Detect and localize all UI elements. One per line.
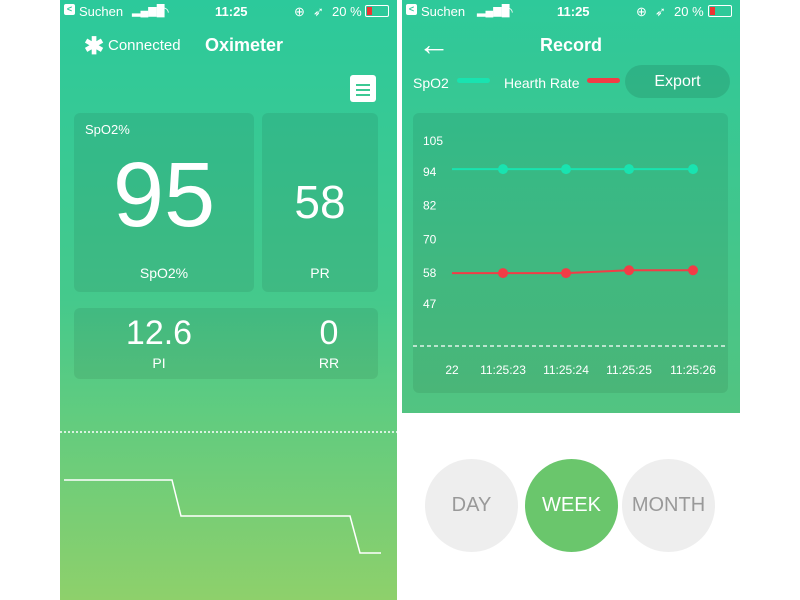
clipboard-icon[interactable] xyxy=(350,75,376,102)
pi-rr-card: 12.6 PI 0 RR xyxy=(74,308,378,379)
y-tick-label: 58 xyxy=(423,266,437,280)
wifi-icon: ◠ xyxy=(502,4,514,19)
back-app-label[interactable]: Suchen xyxy=(79,4,123,19)
page-title: Oximeter xyxy=(205,35,284,55)
data-point-0 xyxy=(624,164,634,175)
export-button[interactable]: Export xyxy=(625,65,730,98)
pi-value: 12.6 xyxy=(125,314,193,352)
wifi-icon: ◠ xyxy=(158,4,170,19)
battery-icon xyxy=(365,5,389,17)
spo2-label: SpO2% xyxy=(139,265,189,281)
legend-hr-swatch xyxy=(587,78,620,83)
back-app-label[interactable]: Suchen xyxy=(421,4,465,19)
status-bar: < Suchen ▂▄▆█ ◠ 11:25 ⊕ ➶ 20 % xyxy=(60,0,397,22)
spo2-value: 95 xyxy=(112,144,216,246)
y-tick-label: 105 xyxy=(423,134,443,148)
record-chart: 105 94 82 70 58 47 22 11:25:23 11:25:24 11:25:25 1… xyxy=(413,134,728,377)
y-tick-label: 47 xyxy=(423,297,437,311)
legend-spo2-label: SpO2 xyxy=(413,75,449,91)
page-title: Record xyxy=(539,35,602,55)
y-tick-label: 70 xyxy=(423,232,437,246)
period-week-button[interactable]: WEEK xyxy=(525,459,618,552)
oximeter-screen: < Suchen ▂▄▆█ ◠ 11:25 ⊕ ➶ 20 % ✱ Connect… xyxy=(60,0,397,600)
x-tick-label: 11:25:26 xyxy=(670,363,716,377)
x-tick-label: 11:25:25 xyxy=(606,363,652,377)
spo2-header: SpO2% xyxy=(85,122,130,137)
battery-percent: 20 % xyxy=(674,4,704,19)
period-month-button[interactable]: MONTH xyxy=(622,459,715,552)
x-tick-label: 11:25:23 xyxy=(480,363,526,377)
y-tick-label: 94 xyxy=(423,165,437,179)
series-line-1 xyxy=(452,269,693,275)
back-to-app-icon[interactable]: < xyxy=(406,4,417,15)
data-point-0 xyxy=(561,164,571,175)
battery-icon xyxy=(708,5,732,17)
bluetooth-icon: ✱ xyxy=(84,33,105,60)
data-point-1 xyxy=(561,268,571,279)
waveform-line xyxy=(64,479,381,554)
period-day-button[interactable]: DAY xyxy=(425,459,518,552)
pr-card: 58 PR xyxy=(262,113,378,292)
pr-value: 58 xyxy=(294,176,346,228)
x-tick-label: 22 xyxy=(445,363,459,377)
legend-spo2-swatch xyxy=(457,78,490,83)
pr-label: PR xyxy=(310,265,330,281)
data-point-1 xyxy=(688,265,698,276)
connection-status: Connected xyxy=(108,37,181,54)
data-point-0 xyxy=(498,164,508,175)
status-bar: < Suchen ▂▄▆█ ◠ 11:25 ⊕ ➶ 20 % xyxy=(402,0,740,22)
spo2-card: SpO2% 95 SpO2% xyxy=(74,113,254,292)
y-tick-label: 82 xyxy=(423,199,437,213)
status-time: 11:25 xyxy=(215,4,248,19)
data-point-1 xyxy=(498,268,508,279)
status-time: 11:25 xyxy=(557,4,590,19)
data-point-0 xyxy=(688,164,698,175)
rr-value: 0 xyxy=(319,314,339,352)
x-tick-label: 11:25:24 xyxy=(543,363,589,377)
rotation-lock-icon: ⊕ xyxy=(294,4,305,19)
pi-label: PI xyxy=(152,355,166,371)
legend-hr-label: Hearth Rate xyxy=(504,75,580,91)
back-to-app-icon[interactable]: < xyxy=(64,4,75,15)
location-icon: ➶ xyxy=(313,4,324,19)
pleth-waveform xyxy=(60,431,397,554)
rr-label: RR xyxy=(318,355,340,371)
record-screen: < Suchen ▂▄▆█ ◠ 11:25 ⊕ ➶ 20 % ← Record … xyxy=(402,0,740,600)
data-point-1 xyxy=(624,265,634,276)
battery-percent: 20 % xyxy=(332,4,362,19)
location-icon: ➶ xyxy=(655,4,666,19)
chart-card: 105 94 82 70 58 47 22 11:25:23 11:25:24 11:25:25 1… xyxy=(413,113,728,393)
rotation-lock-icon: ⊕ xyxy=(636,4,647,19)
